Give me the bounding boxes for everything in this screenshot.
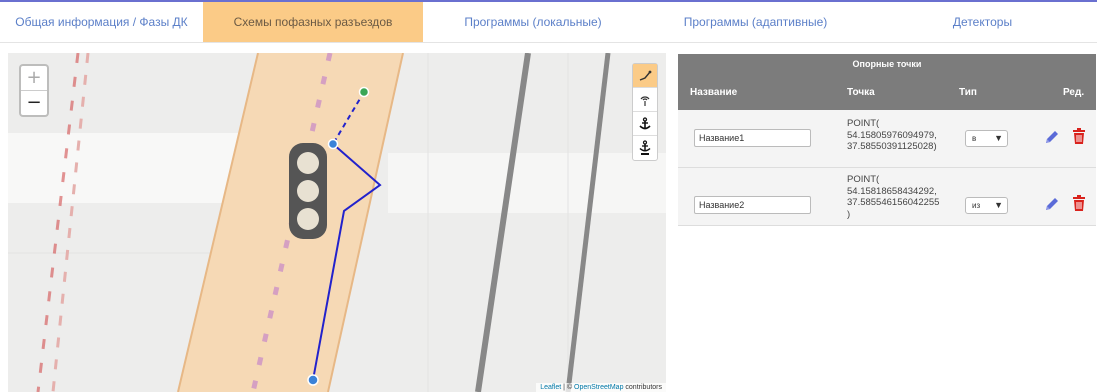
tab-bar: Общая информация / Фазы ДК Схемы пофазны…	[0, 2, 1097, 43]
header-point: Точка	[847, 87, 875, 98]
type-select-value: из	[972, 201, 981, 210]
name-field[interactable]	[694, 129, 811, 147]
leaflet-link[interactable]: Leaflet	[540, 384, 561, 391]
select-arrow-icon: ▼	[994, 133, 1003, 143]
anchor-points-panel: Опорные точки Название Точка Тип Ред. PO…	[678, 54, 1096, 226]
attribution-separator: | ©	[561, 384, 575, 391]
route-end-marker[interactable]	[358, 86, 370, 98]
table-header: Название Точка Тип Ред.	[678, 74, 1096, 110]
tab-programs-adaptive[interactable]: Программы (адаптивные)	[643, 2, 868, 42]
draw-route-tool-icon[interactable]	[633, 64, 657, 88]
map-view[interactable]: + − Leaflet | © OpenStreetMap contributo…	[8, 53, 666, 392]
delete-trash-icon[interactable]	[1072, 195, 1086, 212]
osm-link[interactable]: OpenStreetMap	[574, 384, 623, 391]
point-coordinates: POINT( 54.15818658434292, 37.58554615604…	[847, 174, 940, 220]
route-start-marker[interactable]	[307, 374, 319, 386]
signal-tool-icon[interactable]	[633, 88, 657, 112]
zoom-out-button[interactable]: −	[21, 91, 47, 115]
traffic-light-icon	[289, 143, 327, 239]
delete-trash-icon[interactable]	[1072, 128, 1086, 145]
table-row: POINT( 54.15818658434292, 37.58554615604…	[678, 168, 1096, 226]
anchor-add-tool-icon[interactable]	[633, 136, 657, 160]
select-arrow-icon: ▼	[994, 200, 1003, 210]
tab-detectors[interactable]: Детекторы	[868, 2, 1097, 42]
anchor-tool-icon[interactable]	[633, 112, 657, 136]
type-select-value: в	[972, 134, 977, 143]
attribution-contributors: contributors	[623, 384, 662, 391]
map-canvas[interactable]	[8, 53, 666, 392]
header-edit: Ред.	[1063, 87, 1085, 98]
panel-caption: Опорные точки	[678, 54, 1096, 74]
tab-programs-local[interactable]: Программы (локальные)	[423, 2, 643, 42]
tab-general-info[interactable]: Общая информация / Фазы ДК	[0, 2, 203, 42]
zoom-control: + −	[19, 64, 49, 117]
type-select[interactable]: в ▼	[965, 130, 1008, 147]
header-name: Название	[690, 87, 738, 98]
map-attribution: Leaflet | © OpenStreetMap contributors	[536, 383, 666, 392]
tab-phase-schemes[interactable]: Схемы пофазных разъездов	[203, 2, 423, 42]
type-select[interactable]: из ▼	[965, 197, 1008, 214]
header-type: Тип	[959, 87, 977, 98]
name-field[interactable]	[694, 196, 811, 214]
edit-pencil-icon[interactable]	[1044, 129, 1060, 145]
table-row: POINT( 54.15805976094979, 37.58550391125…	[678, 110, 1096, 168]
map-tools	[632, 63, 658, 161]
zoom-in-button[interactable]: +	[21, 66, 47, 91]
edit-pencil-icon[interactable]	[1044, 196, 1060, 212]
point-coordinates: POINT( 54.15805976094979, 37.58550391125…	[847, 118, 937, 152]
route-point-marker[interactable]	[327, 138, 339, 150]
